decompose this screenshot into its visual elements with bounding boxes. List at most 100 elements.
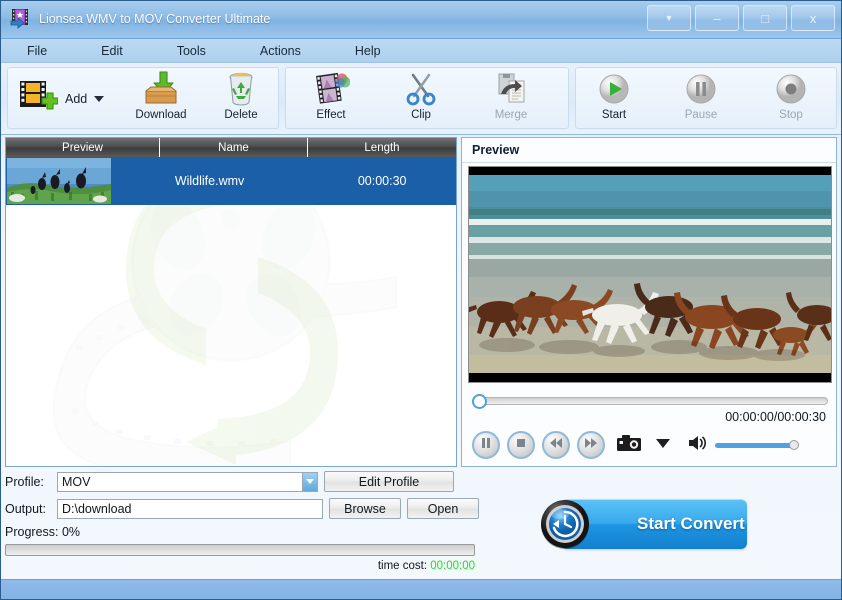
title-bar: Lionsea WMV to MOV Converter Ultimate ▼ … [1, 1, 841, 39]
progress-label: Progress: 0% [5, 525, 81, 539]
seek-handle[interactable] [472, 394, 487, 409]
effect-button-label: Effect [316, 109, 346, 121]
effect-filmstrip-icon [312, 71, 350, 107]
profile-row: Profile: MOV Edit Profile [5, 471, 489, 492]
status-bar [1, 579, 841, 599]
scissors-icon [404, 71, 438, 107]
menu-item-tools[interactable]: Tools [167, 42, 216, 60]
start-button-label: Start [601, 109, 627, 121]
profile-input[interactable]: MOV [57, 471, 302, 492]
clip-button-label: Clip [411, 109, 431, 121]
toolbar-group-file: Add Download Delete [7, 67, 279, 129]
start-convert-button[interactable]: Start Convert [541, 499, 747, 549]
close-button[interactable]: x [791, 5, 835, 31]
toolbar-group-transport: Start Pause Stop [575, 67, 837, 129]
open-button[interactable]: Open [407, 498, 479, 519]
add-button[interactable]: Add [14, 74, 124, 124]
stop-icon [774, 71, 808, 107]
maximize-button[interactable]: □ [743, 5, 787, 31]
column-header-name[interactable]: Name [160, 138, 308, 157]
table-row[interactable]: Wildlife.wmv 00:00:30 [6, 157, 456, 205]
clip-button[interactable]: Clip [388, 71, 454, 127]
recycle-bin-icon [224, 71, 258, 107]
file-list[interactable]: Preview Name Length Wildlife.wmv 00:00:3… [5, 137, 457, 467]
preview-panel: Preview 00:00:00/00:00:30 [461, 137, 837, 467]
pause-icon [479, 436, 493, 455]
file-length-cell: 00:00:30 [357, 174, 407, 188]
browse-button[interactable]: Browse [329, 498, 401, 519]
chevron-down-icon[interactable] [94, 96, 105, 102]
settings-panel: Profile: MOV Edit Profile Output: D:\dow… [5, 471, 489, 579]
snapshot-button[interactable] [616, 433, 642, 458]
download-button-label: Download [135, 109, 187, 121]
merge-button-label: Merge [494, 109, 528, 121]
volume-slider[interactable] [715, 439, 799, 450]
add-film-icon [18, 78, 59, 121]
profile-label: Profile: [5, 474, 44, 489]
application-window: Lionsea WMV to MOV Converter Ultimate ▼ … [0, 0, 842, 600]
output-row: Output: D:\download Browse Open [5, 498, 489, 519]
download-box-icon [142, 71, 180, 107]
edit-profile-button[interactable]: Edit Profile [324, 471, 454, 492]
pause-icon [684, 71, 718, 107]
preview-video[interactable] [468, 166, 832, 383]
preview-time-display: 00:00:00/00:00:30 [725, 410, 826, 424]
time-cost-label: time cost: [377, 560, 428, 572]
maximize-icon: □ [761, 10, 769, 26]
profile-dropdown-button[interactable] [302, 471, 318, 492]
menu-item-actions[interactable]: Actions [250, 42, 311, 60]
column-header-preview[interactable]: Preview [6, 138, 160, 157]
file-list-header: Preview Name Length [6, 138, 456, 157]
download-button[interactable]: Download [128, 71, 194, 127]
preview-divider [462, 162, 836, 163]
delete-button[interactable]: Delete [208, 71, 274, 127]
rewind-icon [548, 436, 564, 455]
close-icon: x [809, 10, 817, 26]
merge-document-icon [493, 71, 529, 107]
menu-item-edit[interactable]: Edit [91, 42, 133, 60]
pause-button-label: Pause [684, 109, 718, 121]
column-header-length[interactable]: Length [308, 138, 456, 157]
minimize-icon: – [713, 10, 721, 26]
snapshot-menu-button[interactable] [655, 436, 671, 454]
preview-stop-button[interactable] [507, 431, 535, 459]
menu-item-file[interactable]: File [17, 42, 57, 60]
preview-rewind-button[interactable] [542, 431, 570, 459]
minimize-button[interactable]: – [695, 5, 739, 31]
chevron-down-icon [306, 479, 314, 484]
progress-bar [5, 544, 475, 556]
window-title: Lionsea WMV to MOV Converter Ultimate [39, 12, 271, 26]
seek-track [472, 397, 828, 405]
seek-slider[interactable] [472, 394, 828, 409]
clock-convert-icon [539, 498, 591, 550]
output-path-input[interactable]: D:\download [57, 498, 323, 519]
menu-item-help[interactable]: Help [345, 42, 391, 60]
stop-button[interactable]: Stop [758, 71, 824, 127]
app-film-star-icon [9, 8, 33, 32]
birds-on-grass-thumbnail [7, 158, 111, 204]
output-label: Output: [5, 501, 46, 516]
merge-button[interactable]: Merge [478, 71, 544, 127]
effect-button[interactable]: Effect [298, 71, 364, 127]
pause-button[interactable]: Pause [668, 71, 734, 127]
add-button-label: Add [65, 92, 88, 106]
volume-button[interactable] [688, 434, 708, 457]
start-button[interactable]: Start [581, 71, 647, 127]
play-icon [597, 71, 631, 107]
titlebar-dropdown-button[interactable]: ▼ [647, 5, 691, 31]
window-controls: ▼ – □ x [647, 5, 835, 31]
preview-controls [472, 428, 828, 462]
speaker-icon [688, 435, 708, 456]
chevron-down-icon [655, 436, 671, 453]
volume-handle[interactable] [789, 439, 799, 450]
file-name-cell: Wildlife.wmv [174, 174, 245, 188]
start-convert-label: Start Convert [637, 514, 745, 533]
time-cost: time cost: 00:00:00 [5, 560, 475, 572]
convert-area: Start Convert [493, 471, 839, 579]
preview-panel-title: Preview [472, 143, 520, 157]
preview-forward-button[interactable] [577, 431, 605, 459]
toolbar: Add Download Delete Effect Clip Merge St… [1, 63, 841, 135]
chevron-down-icon: ▼ [664, 12, 674, 23]
fast-forward-icon [583, 436, 599, 455]
preview-pause-button[interactable] [472, 431, 500, 459]
